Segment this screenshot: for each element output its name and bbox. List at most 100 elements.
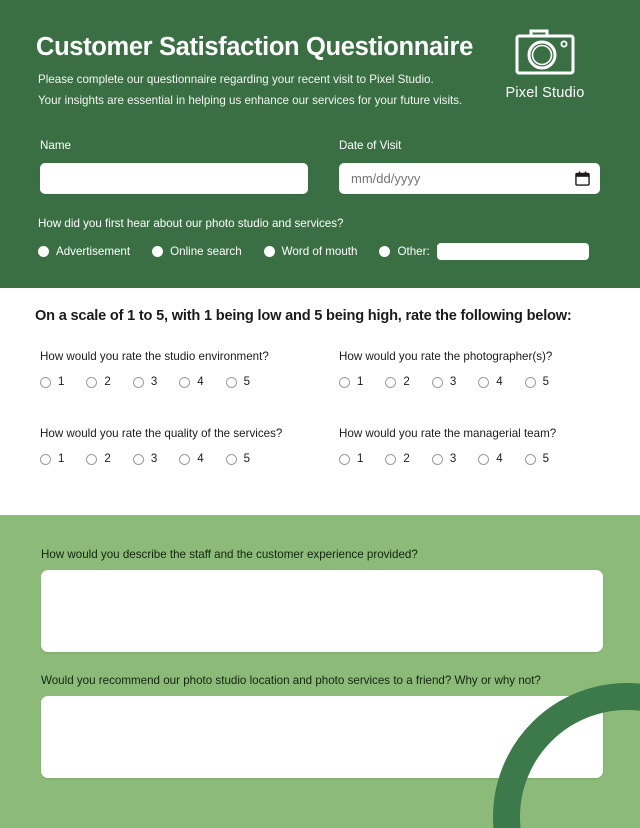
rating-option-4[interactable]: 4 bbox=[179, 376, 204, 388]
rating-question-managerial-team: How would you rate the managerial team? … bbox=[339, 427, 556, 465]
radio-icon[interactable] bbox=[86, 453, 98, 465]
radio-icon[interactable] bbox=[40, 376, 51, 388]
radio-label: Word of mouth bbox=[281, 244, 358, 258]
radio-icon[interactable] bbox=[339, 453, 350, 465]
radio-icon[interactable] bbox=[431, 376, 443, 388]
radio-icon[interactable] bbox=[385, 453, 397, 465]
rating-value-label: 4 bbox=[496, 376, 503, 388]
subtitle-line-2: Your insights are essential in helping u… bbox=[38, 93, 463, 107]
open-questions-section: How would you describe the staff and the… bbox=[0, 515, 640, 828]
radio-icon[interactable] bbox=[524, 376, 536, 388]
rating-scale-group: 1 2 3 4 5 bbox=[339, 376, 552, 388]
rating-option-4[interactable]: 4 bbox=[478, 453, 503, 465]
rating-value-label: 5 bbox=[542, 453, 550, 465]
rating-option-1[interactable]: 1 bbox=[40, 376, 64, 388]
radio-icon[interactable] bbox=[263, 245, 275, 257]
rating-value-label: 2 bbox=[104, 376, 111, 388]
radio-icon[interactable] bbox=[524, 453, 536, 465]
rating-option-1[interactable]: 1 bbox=[339, 453, 363, 465]
radio-label: Online search bbox=[170, 244, 242, 258]
rating-scale-group: 1 2 3 4 5 bbox=[40, 453, 282, 465]
open-question-2-textarea[interactable] bbox=[41, 696, 603, 778]
rating-option-4[interactable]: 4 bbox=[179, 453, 204, 465]
rating-question-quality-of-services: How would you rate the quality of the se… bbox=[40, 427, 282, 465]
radio-icon[interactable] bbox=[132, 376, 144, 388]
radio-icon[interactable] bbox=[339, 376, 350, 388]
header-subtitle: Please complete our questionnaire regard… bbox=[38, 70, 508, 111]
rating-option-5[interactable]: 5 bbox=[225, 453, 251, 465]
rating-option-2[interactable]: 2 bbox=[86, 376, 111, 388]
rating-value-label: 1 bbox=[357, 453, 364, 465]
rating-option-5[interactable]: 5 bbox=[524, 376, 550, 388]
radio-icon[interactable] bbox=[379, 245, 391, 257]
radio-option-other[interactable]: Other: bbox=[379, 245, 430, 258]
rating-option-1[interactable]: 1 bbox=[40, 453, 64, 465]
rating-question-label: How would you rate the studio environmen… bbox=[40, 350, 269, 363]
rating-option-5[interactable]: 5 bbox=[524, 453, 550, 465]
rating-value-label: 3 bbox=[150, 453, 158, 465]
rating-option-3[interactable]: 3 bbox=[431, 376, 457, 388]
rating-value-label: 4 bbox=[197, 453, 204, 465]
rating-option-3[interactable]: 3 bbox=[132, 453, 158, 465]
rating-value-label: 1 bbox=[357, 376, 364, 388]
rating-value-label: 1 bbox=[58, 376, 65, 388]
radio-icon[interactable] bbox=[40, 453, 51, 465]
radio-icon[interactable] bbox=[86, 376, 98, 388]
open-question-2-label: Would you recommend our photo studio loc… bbox=[41, 674, 541, 687]
radio-icon[interactable] bbox=[225, 453, 237, 465]
rating-option-2[interactable]: 2 bbox=[385, 376, 410, 388]
brand-name: Pixel Studio bbox=[505, 85, 585, 101]
rating-value-label: 5 bbox=[243, 376, 251, 388]
radio-label: Advertisement bbox=[56, 244, 131, 258]
ratings-heading: On a scale of 1 to 5, with 1 being low a… bbox=[35, 308, 572, 324]
camera-icon bbox=[515, 29, 575, 75]
rating-option-5[interactable]: 5 bbox=[225, 376, 251, 388]
radio-option-advertisement[interactable]: Advertisement bbox=[38, 245, 130, 258]
radio-option-word-of-mouth[interactable]: Word of mouth bbox=[263, 244, 358, 258]
rating-option-2[interactable]: 2 bbox=[385, 453, 410, 465]
date-of-visit-field[interactable] bbox=[339, 163, 600, 194]
rating-value-label: 3 bbox=[449, 453, 457, 465]
rating-option-1[interactable]: 1 bbox=[339, 376, 363, 388]
radio-icon[interactable] bbox=[179, 453, 191, 465]
rating-question-label: How would you rate the photographer(s)? bbox=[339, 350, 553, 363]
rating-option-2[interactable]: 2 bbox=[86, 453, 111, 465]
radio-icon[interactable] bbox=[38, 245, 49, 257]
rating-value-label: 4 bbox=[197, 376, 204, 388]
date-of-visit-label: Date of Visit bbox=[339, 139, 402, 152]
questionnaire-page: Customer Satisfaction Questionnaire Plea… bbox=[0, 0, 640, 828]
radio-icon[interactable] bbox=[385, 376, 397, 388]
radio-icon[interactable] bbox=[152, 245, 164, 257]
radio-option-online-search[interactable]: Online search bbox=[152, 245, 242, 258]
rating-value-label: 5 bbox=[542, 376, 550, 388]
rating-scale-group: 1 2 3 4 5 bbox=[40, 376, 269, 388]
rating-option-4[interactable]: 4 bbox=[478, 376, 503, 388]
name-label: Name bbox=[40, 139, 71, 152]
rating-value-label: 2 bbox=[403, 376, 410, 388]
rating-value-label: 1 bbox=[58, 453, 65, 465]
rating-option-3[interactable]: 3 bbox=[132, 376, 158, 388]
header-section: Customer Satisfaction Questionnaire Plea… bbox=[0, 0, 640, 288]
name-input[interactable] bbox=[40, 163, 308, 194]
other-source-input[interactable] bbox=[436, 242, 589, 260]
rating-question-studio-environment: How would you rate the studio environmen… bbox=[40, 350, 269, 388]
rating-value-label: 5 bbox=[243, 453, 251, 465]
radio-icon[interactable] bbox=[225, 376, 237, 388]
radio-icon[interactable] bbox=[132, 453, 144, 465]
rating-value-label: 2 bbox=[104, 453, 111, 465]
date-of-visit-input[interactable] bbox=[339, 163, 600, 194]
radio-icon[interactable] bbox=[431, 453, 443, 465]
rating-question-label: How would you rate the managerial team? bbox=[339, 427, 557, 440]
rating-value-label: 3 bbox=[449, 376, 457, 388]
rating-question-photographers: How would you rate the photographer(s)? … bbox=[339, 350, 552, 388]
radio-icon[interactable] bbox=[179, 376, 191, 388]
radio-icon[interactable] bbox=[478, 376, 490, 388]
open-question-1-textarea[interactable] bbox=[41, 570, 603, 652]
rating-value-label: 3 bbox=[150, 376, 158, 388]
rating-scale-group: 1 2 3 4 5 bbox=[339, 453, 556, 465]
brand-logo: Pixel Studio bbox=[480, 26, 610, 101]
ratings-section: On a scale of 1 to 5, with 1 being low a… bbox=[0, 288, 640, 515]
rating-question-label: How would you rate the quality of the se… bbox=[40, 427, 283, 440]
radio-icon[interactable] bbox=[478, 453, 490, 465]
rating-option-3[interactable]: 3 bbox=[431, 453, 457, 465]
